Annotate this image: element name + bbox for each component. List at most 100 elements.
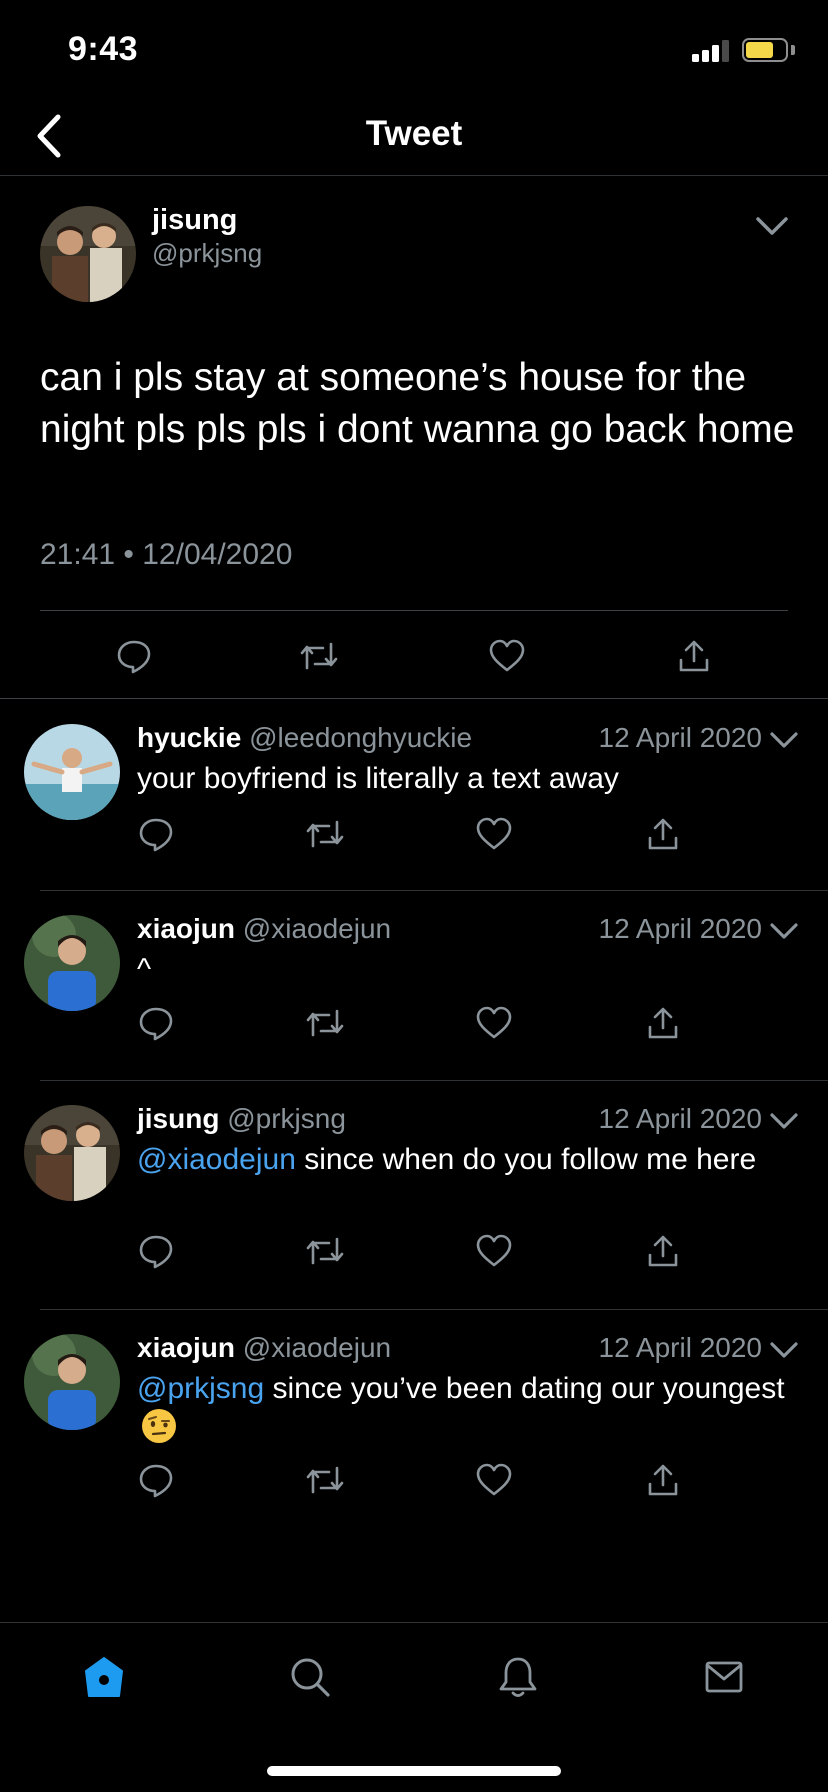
author-handle[interactable]: @prkjsng: [227, 1103, 346, 1134]
reply-tweet[interactable]: xiaojun @xiaodejun 12 April 2020 @prkjsn…: [0, 1310, 828, 1540]
face-with-raised-eyebrow-emoji: [142, 1409, 176, 1443]
mention-link[interactable]: @prkjsng: [137, 1372, 264, 1405]
retweet-icon: [306, 820, 344, 848]
chevron-down-icon[interactable]: [766, 1332, 802, 1368]
share-button[interactable]: [641, 1229, 685, 1273]
retweet-icon: [306, 1009, 344, 1037]
heart-icon: [476, 817, 512, 850]
chevron-down-icon[interactable]: [766, 913, 802, 949]
heart-icon: [476, 1463, 512, 1496]
share-button[interactable]: [641, 1458, 685, 1502]
reply-button[interactable]: [134, 812, 178, 856]
mention-link[interactable]: @xiaodejun: [137, 1143, 296, 1176]
reply-body: your boyfriend is literally a text away: [137, 762, 619, 795]
retweet-icon: [300, 642, 338, 670]
reply-date: 12 April 2020: [598, 913, 762, 944]
retweet-button[interactable]: [303, 1001, 347, 1045]
reply-tweet[interactable]: jisung @prkjsng 12 April 2020 @xiaodejun…: [0, 1081, 828, 1310]
share-button[interactable]: [641, 812, 685, 856]
avatar-photo: [24, 724, 120, 820]
retweet-button[interactable]: [303, 1229, 347, 1273]
tab-notifications[interactable]: [490, 1649, 546, 1705]
avatar-photo: [24, 1105, 120, 1201]
home-indicator[interactable]: [267, 1766, 561, 1776]
reply-body: since you’ve been dating our youngest: [264, 1372, 785, 1405]
nav-bar: Tweet: [0, 96, 828, 176]
retweet-button[interactable]: [303, 1458, 347, 1502]
tweet-text: can i pls stay at someone’s house for th…: [40, 356, 795, 451]
chevron-down-icon[interactable]: [766, 1103, 802, 1139]
main-tweet: jisung @prkjsng can i pls stay at someon…: [0, 176, 828, 699]
avatar-photo: [24, 915, 120, 1011]
heart-icon: [476, 1006, 512, 1039]
reply-icon: [117, 640, 151, 674]
retweet-icon: [306, 1237, 344, 1265]
author-handle[interactable]: @xiaodejun: [243, 1332, 391, 1363]
reply-date: 12 April 2020: [598, 1332, 762, 1363]
battery-icon: [742, 38, 788, 62]
author-handle[interactable]: @prkjsng: [152, 238, 262, 269]
share-button[interactable]: [672, 634, 716, 678]
author-handle[interactable]: @xiaodejun: [243, 913, 391, 944]
chevron-down-icon[interactable]: [766, 722, 802, 758]
reply-tweet[interactable]: hyuckie @leedonghyuckie 12 April 2020 yo…: [0, 700, 828, 891]
like-button[interactable]: [472, 812, 516, 856]
chevron-down-icon[interactable]: [752, 206, 792, 246]
avatar[interactable]: [24, 1105, 120, 1201]
share-icon: [648, 1235, 678, 1267]
author-name[interactable]: hyuckie: [137, 722, 241, 753]
retweet-button[interactable]: [303, 812, 347, 856]
divider: [40, 610, 788, 611]
reply-button[interactable]: [134, 1001, 178, 1045]
avatar-photo: [40, 206, 136, 302]
avatar[interactable]: [24, 1334, 120, 1430]
author-handle[interactable]: @leedonghyuckie: [249, 722, 472, 753]
search-icon: [291, 1658, 330, 1697]
avatar[interactable]: [40, 206, 136, 302]
author-name[interactable]: xiaojun: [137, 1332, 235, 1363]
tab-home[interactable]: [76, 1649, 132, 1705]
reply-date: 12 April 2020: [598, 1103, 762, 1134]
reply-header: jisung @prkjsng: [137, 1103, 346, 1135]
reply-icon: [139, 1235, 173, 1269]
bell-icon: [499, 1657, 537, 1697]
reply-icon: [139, 818, 173, 852]
home-icon: [85, 1657, 123, 1697]
like-button[interactable]: [472, 1458, 516, 1502]
reply-button[interactable]: [134, 1229, 178, 1273]
status-bar: 9:43: [0, 0, 828, 96]
signal-icon: [692, 40, 732, 62]
avatar[interactable]: [24, 724, 120, 820]
reply-body: ^: [137, 953, 152, 986]
reply-icon: [139, 1007, 173, 1041]
reply-header: xiaojun @xiaodejun: [137, 1332, 391, 1364]
author-name[interactable]: jisung: [137, 1103, 219, 1134]
like-button[interactable]: [472, 1001, 516, 1045]
heart-icon: [476, 1234, 512, 1267]
status-time: 9:43: [68, 30, 139, 68]
tab-search[interactable]: [282, 1649, 338, 1705]
mail-icon: [705, 1661, 743, 1693]
author-name[interactable]: jisung: [152, 204, 237, 237]
share-button[interactable]: [641, 1001, 685, 1045]
avatar-photo: [24, 1334, 120, 1430]
reply-button[interactable]: [134, 1458, 178, 1502]
avatar[interactable]: [24, 915, 120, 1011]
share-icon: [679, 640, 709, 672]
reply-header: hyuckie @leedonghyuckie: [137, 722, 472, 754]
like-button[interactable]: [485, 634, 529, 678]
battery-cap: [791, 45, 795, 55]
retweet-button[interactable]: [297, 634, 341, 678]
tab-messages[interactable]: [696, 1649, 752, 1705]
author-name[interactable]: xiaojun: [137, 913, 235, 944]
heart-icon: [489, 639, 525, 672]
like-button[interactable]: [472, 1229, 516, 1273]
reply-header: xiaojun @xiaodejun: [137, 913, 391, 945]
reply-body: since when do you follow me here: [295, 1143, 757, 1176]
reply-icon: [139, 1464, 173, 1498]
tweet-timestamp: 21:41 • 12/04/2020: [40, 538, 293, 571]
reply-text: ^: [137, 951, 797, 989]
reply-tweet[interactable]: xiaojun @xiaodejun 12 April 2020 ^: [0, 891, 828, 1081]
reply-button[interactable]: [112, 634, 156, 678]
share-icon: [648, 1464, 678, 1496]
